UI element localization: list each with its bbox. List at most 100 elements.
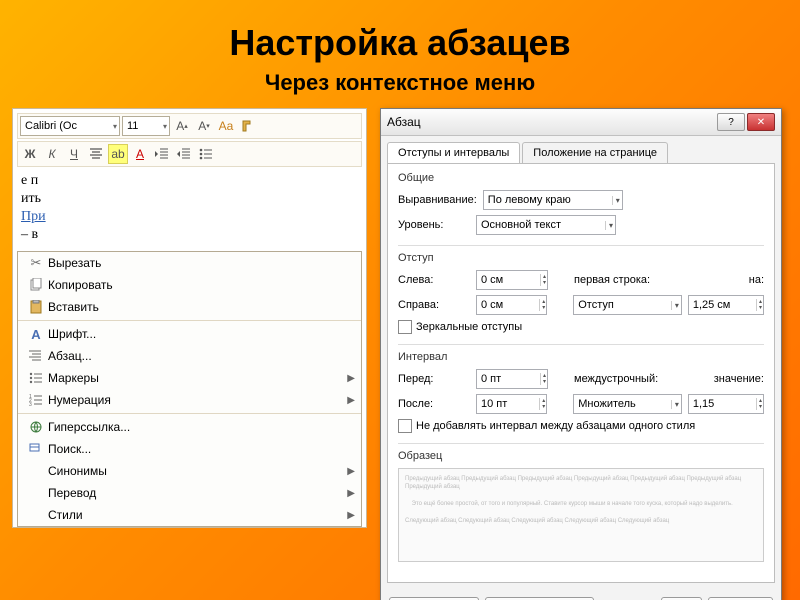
hyperlink-icon: [24, 420, 48, 434]
indent-by-label: на:: [749, 274, 764, 286]
outline-level-label: Уровень:: [398, 219, 470, 231]
indent-right-label: Справа:: [398, 299, 470, 311]
divider: [398, 245, 764, 246]
bullets-icon: [24, 372, 48, 384]
chevron-right-icon: ▶: [347, 373, 355, 384]
group-title: Интервал: [398, 351, 764, 363]
doc-line: ить: [21, 191, 358, 207]
chevron-right-icon: ▶: [347, 395, 355, 406]
grow-font-icon[interactable]: A▴: [172, 116, 192, 136]
ctx-bullets[interactable]: Маркеры ▶: [18, 367, 361, 389]
ctx-styles[interactable]: Стили ▶: [18, 504, 361, 526]
divider: [398, 344, 764, 345]
font-size-combo[interactable]: 11: [122, 116, 170, 136]
checkbox-box: [398, 419, 412, 433]
ctx-copy[interactable]: Копировать: [18, 274, 361, 296]
help-button[interactable]: ?: [717, 113, 745, 131]
word-context-screenshot: Calibri (Ос 11 A▴ A▾ Aa Ж К Ч ab A: [12, 108, 367, 528]
document-text: е п ить При – в: [17, 167, 362, 247]
first-line-label: первая строка:: [574, 274, 650, 286]
bold-button[interactable]: Ж: [20, 144, 40, 164]
format-painter-icon[interactable]: [238, 116, 258, 136]
align-center-icon[interactable]: [86, 144, 106, 164]
dialog-titlebar[interactable]: Абзац ? ✕: [381, 109, 781, 136]
close-button[interactable]: ✕: [747, 113, 775, 131]
preview-box: Предыдущий абзац Предыдущий абзац Предыд…: [398, 468, 764, 562]
ctx-lookup[interactable]: Поиск...: [18, 438, 361, 460]
ctx-hyperlink[interactable]: Гиперссылка...: [18, 416, 361, 438]
divider: [398, 443, 764, 444]
group-title: Общие: [398, 172, 764, 184]
indent-left-spin[interactable]: 0 см: [476, 270, 548, 290]
space-after-spin[interactable]: 10 пт: [476, 394, 547, 414]
font-icon: A: [24, 327, 48, 342]
line-spacing-combo[interactable]: Множитель: [573, 394, 682, 414]
italic-button[interactable]: К: [42, 144, 62, 164]
shrink-font-icon[interactable]: A▾: [194, 116, 214, 136]
tab-page-position[interactable]: Положение на странице: [522, 142, 668, 163]
increase-indent-icon[interactable]: [174, 144, 194, 164]
group-general: Общие Выравнивание: По левому краю Урове…: [398, 172, 764, 235]
doc-line-selected: При: [21, 209, 358, 225]
search-icon: [24, 442, 48, 456]
highlight-icon[interactable]: ab: [108, 144, 128, 164]
ctx-synonyms[interactable]: Синонимы ▶: [18, 460, 361, 482]
numbering-icon: 123: [24, 394, 48, 406]
bullets-icon[interactable]: [196, 144, 216, 164]
underline-button[interactable]: Ч: [64, 144, 84, 164]
slide: Настройка абзацев Через контекстное меню…: [0, 0, 800, 600]
alignment-combo[interactable]: По левому краю: [483, 190, 623, 210]
group-preview: Образец Предыдущий абзац Предыдущий абза…: [398, 450, 764, 562]
paste-icon: [24, 300, 48, 314]
tab-body: Общие Выравнивание: По левому краю Урове…: [387, 163, 775, 583]
doc-line: е п: [21, 173, 358, 189]
slide-subtitle: Через контекстное меню: [0, 70, 800, 96]
paragraph-icon: [24, 350, 48, 362]
font-name-combo[interactable]: Calibri (Ос: [20, 116, 120, 136]
first-line-combo[interactable]: Отступ: [573, 295, 682, 315]
space-before-spin[interactable]: 0 пт: [476, 369, 548, 389]
mirror-indents-checkbox[interactable]: Зеркальные отступы: [398, 320, 764, 334]
paragraph-dialog: Абзац ? ✕ Отступы и интервалы Положение …: [380, 108, 782, 600]
scissors-icon: ✂: [24, 255, 48, 271]
no-space-label: Не добавлять интервал между абзацами одн…: [416, 420, 695, 432]
doc-line: – в: [21, 227, 358, 243]
dialog-title: Абзац: [387, 115, 717, 129]
font-color-icon[interactable]: A: [130, 144, 150, 164]
group-indent: Отступ Слева: 0 см первая строка: на: Сп…: [398, 252, 764, 334]
alignment-label: Выравнивание:: [398, 194, 477, 206]
outline-level-combo[interactable]: Основной текст: [476, 215, 616, 235]
indent-left-label: Слева:: [398, 274, 470, 286]
indent-right-spin[interactable]: 0 см: [476, 295, 547, 315]
mirror-indents-label: Зеркальные отступы: [416, 321, 522, 333]
dialog-tabs: Отступы и интервалы Положение на страниц…: [381, 136, 781, 163]
line-spacing-label: междустрочный:: [574, 373, 658, 385]
ctx-font[interactable]: A Шрифт...: [18, 323, 361, 345]
context-menu: ✂ Вырезать Копировать Вставить A Шрифт..…: [17, 251, 362, 527]
slide-title: Настройка абзацев: [0, 22, 800, 64]
ctx-paragraph[interactable]: Абзац...: [18, 345, 361, 367]
space-after-label: После:: [398, 398, 470, 410]
checkbox-box: [398, 320, 412, 334]
indent-by-spin[interactable]: 1,25 см: [688, 295, 764, 315]
spacing-at-spin[interactable]: 1,15: [688, 394, 764, 414]
change-case-icon[interactable]: Aa: [216, 116, 236, 136]
group-spacing: Интервал Перед: 0 пт междустрочный: знач…: [398, 351, 764, 433]
mini-toolbar-row2: Ж К Ч ab A: [17, 141, 362, 167]
group-title: Образец: [398, 450, 764, 462]
decrease-indent-icon[interactable]: [152, 144, 172, 164]
ctx-cut[interactable]: ✂ Вырезать: [18, 252, 361, 274]
tab-indents-spacing[interactable]: Отступы и интервалы: [387, 142, 520, 163]
no-space-same-style-checkbox[interactable]: Не добавлять интервал между абзацами одн…: [398, 419, 764, 433]
separator: [18, 320, 361, 321]
chevron-right-icon: ▶: [347, 466, 355, 477]
ctx-numbering[interactable]: 123 Нумерация ▶: [18, 389, 361, 411]
group-title: Отступ: [398, 252, 764, 264]
ctx-paste[interactable]: Вставить: [18, 296, 361, 318]
spacing-at-label: значение:: [714, 373, 764, 385]
chevron-right-icon: ▶: [347, 510, 355, 521]
space-before-label: Перед:: [398, 373, 470, 385]
svg-text:3: 3: [29, 402, 32, 406]
dialog-buttons: Табуляция... По умолчанию... ОК Отмена: [381, 589, 781, 600]
ctx-translate[interactable]: Перевод ▶: [18, 482, 361, 504]
